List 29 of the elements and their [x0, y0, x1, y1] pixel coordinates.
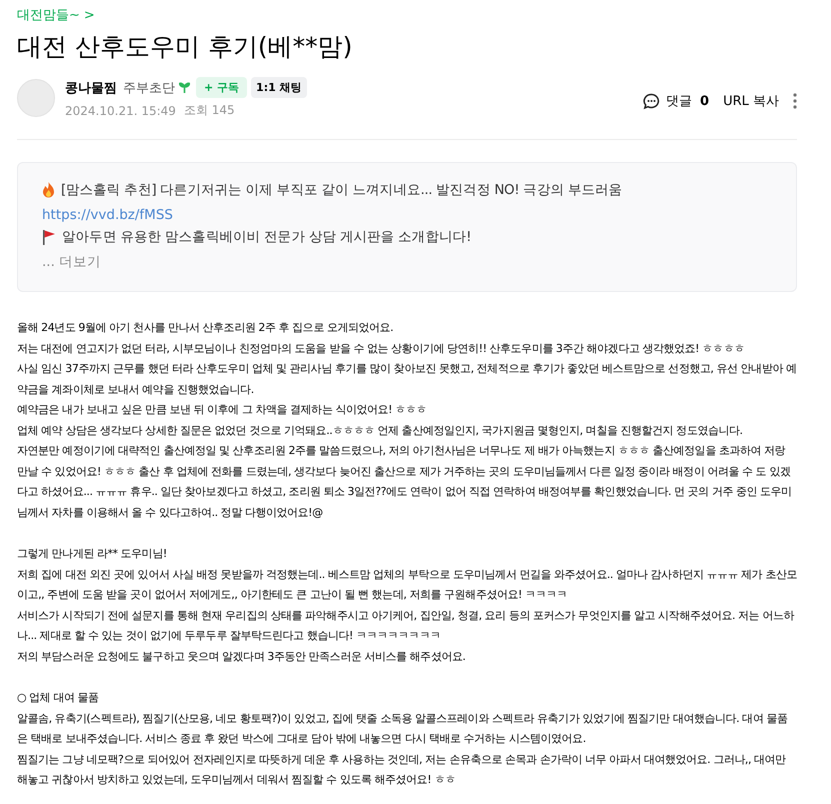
body-paragraph: 올해 24년도 9월에 아기 천사를 만나서 산후조리원 2주 후 집으로 오게되었어요. [17, 320, 394, 336]
body-paragraph: 저의 부담스러운 요청에도 불구하고 웃으며 알겠다며 3주동안 만족스러운 서비스를 해주셨어요. [17, 648, 466, 664]
comment-icon[interactable] [643, 92, 660, 110]
body-paragraph: 저는 대전에 연고지가 없던 터라, 시부모님이나 친정엄마의 도움을 받을 수 없는 상황이기에 당연히!! 산후도우미를 3주간 해야겠다고 생각했었죠! ㅎㅎㅎㅎ [17, 340, 746, 356]
more-icon[interactable] [793, 93, 797, 109]
sprout-icon [179, 82, 190, 93]
fire-icon [42, 182, 55, 198]
url-copy-button[interactable]: URL 복사 [723, 92, 779, 110]
notice-text: 알아두면 유용한 맘스홀릭베이비 전문가 상담 게시판을 소개합니다! [62, 228, 472, 246]
post-date: 2024.10.21. 15:49 [65, 104, 176, 118]
body-paragraph: 저희 집에 대전 외진 곳에 있어서 사실 배정 못받을까 걱정했는데.. 베스트맘 업체의 부탁으로 도우미님께서 먼길을 와주셨어요.. 얼마나 감사하던지 ㅠㅠㅠ 제가 초산모이고,, 주변에 도움 받을 곳이 없어서 저에게도,, 아기한테도 큰 고난이 될 뻔 했는데, 저희를 구원해주셨어요! ㅋㅋㅋㅋ [17, 566, 797, 603]
body-paragraph: 사실 임신 37주까지 근무를 했던 터라 산후도우미 업체 및 관리사님 후기를 많이 찾아보진 못했고, 전체적으로 후기가 좋았던 베스트맘으로 선정했고, 유선 안내받아 예약금을 계좌이체로 보내서 예약을 진행했었습니다. [17, 361, 797, 398]
comments-link[interactable]: 댓글 0 [666, 92, 710, 110]
body-paragraph: 그렇게 만나게된 라** 도우미님! [17, 546, 168, 562]
member-grade: 주부초단 [123, 80, 175, 96]
body-paragraph: 알콜솜, 유축기(스펙트라), 찜질기(산모용, 네모 황토팩?)이 있었고, 집에 탯줄 소독용 알콜스프레이와 스펙트라 유축기가 있었기에 찜질기만 대여했습니다. 대여 물품은 택배로 보내주셨습니다. 서비스 종료 후 왔던 박스에 그대로 담아 밖에 내놓으면 다시 택배로 수거하는 시스템이였어요. [17, 710, 788, 747]
body-paragraph: 찜질기는 그냥 네모팩?으로 되어있어 전자레인지로 따뜻하게 데운 후 사용하는 것인데, 저는 손유축으로 손목과 손가락이 너무 아파서 대여했었어요. 그러나,, 대여만 해놓고 귀찮아서 방치하고 있었는데, 도우미님께서 데워서 찜질할 수 있도록 해주셨어요! ㅎㅎ [17, 752, 787, 788]
notice-text: [맘스홀릭 추천] 다른기저귀는 이제 부직포 같이 느껴지네요... 발진걱정 NO! 극강의 부드러움 [61, 181, 622, 199]
body-paragraph: 자연분만 예정이기에 대략적인 출산예정일 및 산후조리원 2주를 말씀드렸으나, 저의 아기천사님은 너무나도 제 배가 아늑했는지 ㅎㅎㅎ 출산예정일을 초과하여 저랑 만날 수 있었어요! ㅎㅎㅎ 출산 후 업체에 전화를 드렸는데, 생각보다 늦어진 출산으로 제가 거주하는 곳의 도우미님들께서 다른 일정 중이라 배정이 어려울 수 도 있겠다고 하셨어요... ㅠㅠㅠ 휴우.. 일단 찾아보겠다고 하셨고, 조리원 퇴소 3일전??에도 연락이 없어 직접 연락하여 배정여부를 확인했었습니다. 먼 곳의 거주 중인 도우미님께서 자차를 이용해서 올 수 있다고하여.. 정말 다행이었어요!@ [17, 443, 793, 520]
author-name[interactable]: 콩나물찜 [65, 78, 117, 96]
view-count: 조회 145 [184, 102, 235, 119]
post-title: 대전 산후도우미 후기(베**맘) [17, 31, 354, 63]
body-paragraph: ○ 업체 대여 물품 [17, 690, 100, 706]
notice-link[interactable]: https://vvd.bz/fMSS [42, 207, 173, 223]
chat-button[interactable]: 1:1 채팅 [251, 77, 307, 98]
body-paragraph: 업체 예약 상담은 생각보다 상세한 질문은 없었던 것으로 기억돼요..ㅎㅎㅎㅎ 언제 출산예정일인지, 국가지원금 몇형인지, 며칠을 진행할건지 정도였습니다. [17, 422, 744, 438]
body-paragraph: 예약금은 내가 보내고 싶은 만큼 보낸 뒤 이후에 그 차액을 결제하는 식이었어요! ㅎㅎㅎ [17, 402, 428, 418]
body-paragraph: 서비스가 시작되기 전에 설문지를 통해 현재 우리집의 상태를 파악해주시고 아기케어, 집안일, 청결, 요리 등의 포커스가 무엇인지를 알고 시작해주셨어요. 저는 어느하나... 제대로 할 수 있는 것이 없기에 두루두루 잘부탁드린다고 했습니다! ㅋㅋㅋㅋㅋㅋㅋㅋ [17, 608, 796, 644]
flag-icon [42, 229, 56, 245]
